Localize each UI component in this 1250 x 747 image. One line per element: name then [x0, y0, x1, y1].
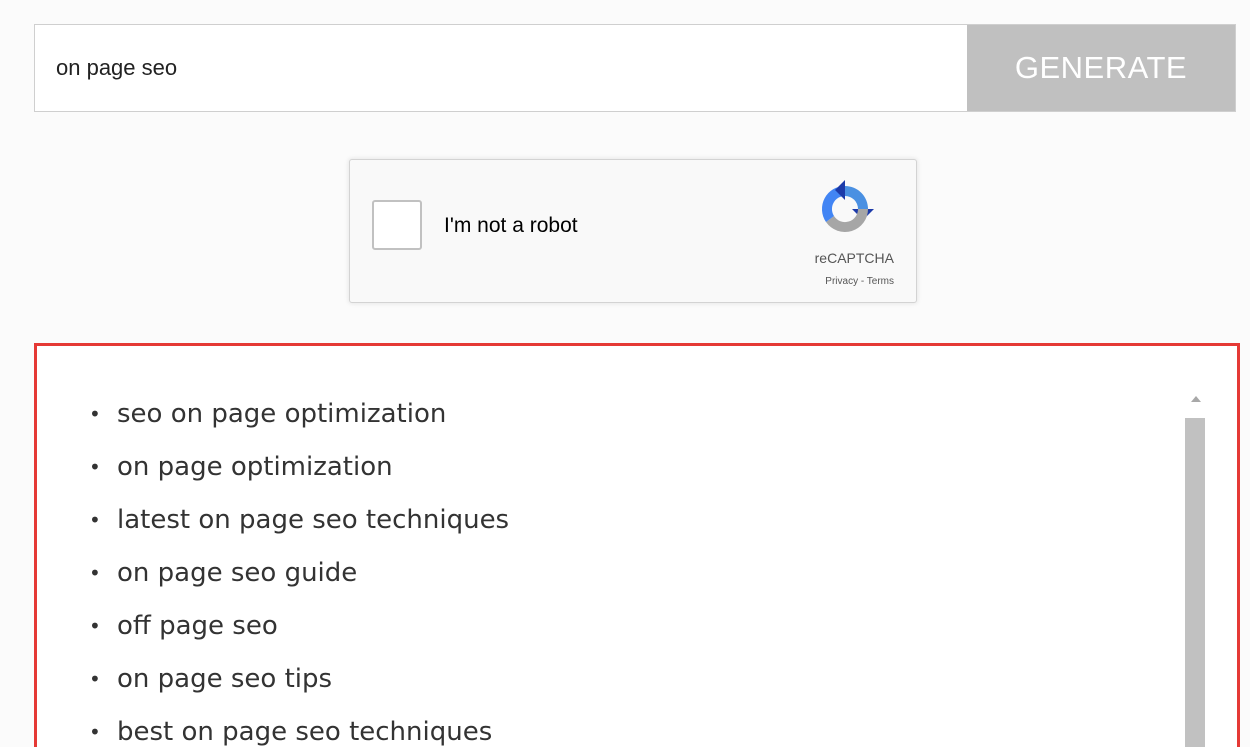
keyword-results-list: • seo on page optimization • on page optim…	[87, 394, 509, 747]
generate-button[interactable]: GENERATE	[967, 25, 1235, 111]
list-item: • on page optimization	[87, 447, 509, 500]
bullet-icon: •	[89, 667, 101, 691]
list-item: • on page seo tips	[87, 659, 509, 712]
bullet-icon: •	[89, 614, 101, 638]
keyword-results-panel: • seo on page optimization • on page optim…	[34, 343, 1240, 747]
recaptcha-brand: reCAPTCHA	[814, 250, 894, 266]
bullet-icon: •	[89, 508, 101, 532]
list-item-text: on page seo guide	[117, 558, 358, 588]
scroll-up-arrow-icon[interactable]	[1191, 396, 1201, 402]
list-item: • latest on page seo techniques	[87, 500, 509, 553]
list-item-text: best on page seo techniques	[117, 717, 493, 747]
bullet-icon: •	[89, 402, 101, 426]
page: GENERATE I'm not a robot reCAPTCHA Priva…	[0, 0, 1250, 747]
recaptcha-privacy-terms-links[interactable]: Privacy - Terms	[825, 276, 894, 287]
list-item-text: seo on page optimization	[117, 399, 447, 429]
recaptcha-logo-icon	[814, 178, 876, 240]
list-item-text: on page optimization	[117, 452, 393, 482]
list-item: • off page seo	[87, 606, 509, 659]
bullet-icon: •	[89, 561, 101, 585]
keyword-search-bar: GENERATE	[34, 24, 1236, 112]
keyword-input[interactable]	[35, 25, 967, 111]
list-item-text: latest on page seo techniques	[117, 505, 510, 535]
results-scrollbar[interactable]	[1184, 388, 1212, 747]
list-item: • best on page seo techniques	[87, 712, 509, 747]
list-item-text: off page seo	[117, 611, 278, 641]
list-item: • on page seo guide	[87, 553, 509, 606]
scrollbar-thumb[interactable]	[1185, 418, 1205, 747]
bullet-icon: •	[89, 455, 101, 479]
recaptcha-label: I'm not a robot	[444, 214, 578, 237]
recaptcha-checkbox[interactable]	[372, 200, 422, 250]
bullet-icon: •	[89, 720, 101, 744]
list-item-text: on page seo tips	[117, 664, 333, 694]
list-item: • seo on page optimization	[87, 394, 509, 447]
recaptcha-widget: I'm not a robot reCAPTCHA Privacy - Term…	[349, 159, 917, 303]
